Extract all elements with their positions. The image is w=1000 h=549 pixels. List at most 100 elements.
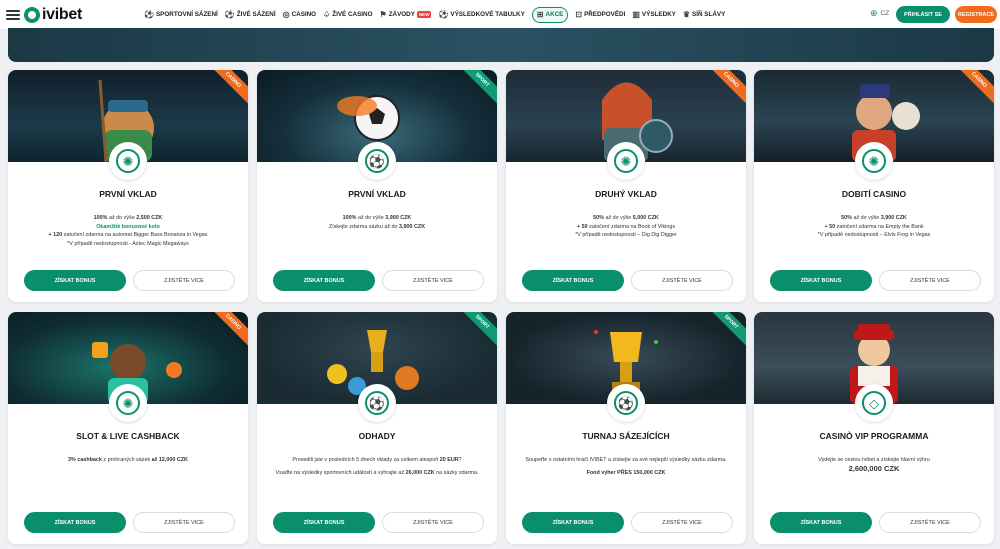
promo-emblem: ✺ — [109, 384, 147, 422]
learn-more-button[interactable]: ZJISTĚTE VICE — [631, 512, 733, 533]
promo-description: Soupeřte s ostatními hráči IVIBET a získ… — [523, 456, 729, 481]
get-bonus-button[interactable]: ZÍSKAT BONUS — [273, 512, 375, 533]
promo-description: 3% cashback z prohraných sázek až 12,000… — [25, 456, 231, 465]
desc-text: Vsaďte na výsledky sportovních událostí … — [275, 469, 406, 476]
desc-text: zatočení zdarma na automat Bigger Bass B… — [62, 232, 208, 238]
promo-emblem: ⚽ — [358, 384, 396, 422]
soccer-ball-icon: ⚽ — [365, 391, 389, 415]
learn-more-label: ZJISTĚTE VICE — [662, 519, 702, 526]
leaderboard-icon: ⚽ — [438, 10, 449, 19]
desc-text: až do výše — [356, 215, 386, 221]
casino-emblem-icon: ✺ — [116, 391, 140, 415]
desc-bold: 5,000 CZK — [632, 215, 659, 221]
desc-text: na sázky zdarma. — [434, 469, 479, 476]
desc-line: 50% až do výše 3,900 CZK — [771, 214, 977, 223]
get-bonus-label: ZÍSKAT BONUS — [54, 519, 96, 526]
learn-more-button[interactable]: ZJISTĚTE VICE — [133, 512, 235, 533]
nav-label: ZÁVODY — [388, 11, 415, 18]
desc-text: Vydejte se cestou Ivibet a získejte hlav… — [818, 457, 930, 463]
nav-predpovedi[interactable]: ⊡ PŘEDPOVĚDI — [575, 7, 625, 23]
login-button[interactable]: PŘIHLÁSIT SE — [896, 6, 950, 23]
promo-card-body: ✺ PRVNÍ VKLAD 100% až do výše 2,500 CZK O… — [15, 142, 241, 300]
nav-zive-casino[interactable]: ♤ ŽIVÉ CASINO — [323, 7, 372, 23]
desc-line: + 120 zatočení zdarma na automat Bigger … — [25, 231, 231, 240]
learn-more-button[interactable]: ZJISTĚTE VICE — [133, 270, 235, 291]
get-bonus-label: ZÍSKAT BONUS — [54, 277, 96, 284]
get-bonus-button[interactable]: ZÍSKAT BONUS — [522, 270, 624, 291]
top-navigation-bar: ivibet ⚽ SPORTOVNÍ SÁZENÍ ⚽ ŽIVÉ SÁZENÍ ◎ C… — [0, 0, 1000, 30]
promo-card: ◇ CASINÒ VIP PROGRAMMA Vydejte se cestou… — [754, 312, 994, 544]
language-selector[interactable]: ⊕ CZ — [870, 8, 889, 19]
nav-akce[interactable]: ⊞ AKCE — [531, 6, 569, 23]
desc-bold: 20 EUR — [439, 457, 459, 463]
desc-text: zatočení zdarma na Book of Vikings — [587, 223, 676, 230]
nav-sportovni-sazeni[interactable]: ⚽ SPORTOVNÍ SÁZENÍ — [144, 7, 218, 23]
desc-text: *V případě nedostupnosti – Elvis Frog in… — [817, 232, 931, 238]
nav-label: ŽIVÉ CASINO — [332, 11, 373, 18]
trophy-icon: ♛ — [682, 10, 691, 19]
globe-icon: ⊕ — [870, 8, 878, 18]
promo-emblem: ⚽ — [607, 384, 645, 422]
register-button[interactable]: REGISTRACE — [955, 6, 997, 23]
learn-more-button[interactable]: ZJISTĚTE VICE — [382, 270, 484, 291]
nav-label: SPORTOVNÍ SÁZENÍ — [155, 11, 218, 18]
nav-label: CASINO — [291, 11, 317, 18]
learn-more-button[interactable]: ZJISTĚTE VICE — [631, 270, 733, 291]
nav-zive-sazeni[interactable]: ⚽ ŽIVÉ SÁZENÍ — [225, 7, 276, 23]
learn-more-button[interactable]: ZJISTĚTE VICE — [879, 270, 981, 291]
promo-card: SPORT ⚽ ODHADY Provedili jste v poslední… — [257, 312, 497, 544]
get-bonus-label: ZÍSKAT BONUS — [552, 277, 594, 284]
desc-text: Provedili jste v posledních 5 dnech vkla… — [292, 457, 440, 463]
promo-card-body: ◇ CASINÒ VIP PROGRAMMA Vydejte se cestou… — [761, 384, 987, 542]
promo-title: DOBITÍ CASINO — [841, 189, 907, 199]
register-label: REGISTRACE — [957, 11, 995, 18]
promo-description: 50% až do výše 3,900 CZK + 50 zatočení zd… — [771, 214, 977, 240]
learn-more-button[interactable]: ZJISTĚTE VICE — [879, 512, 981, 533]
desc-paragraph: Vsaďte na výsledky sportovních událostí … — [274, 469, 480, 478]
promo-card-body: ✺ SLOT & LIVE CASHBACK 3% cashback z pro… — [15, 384, 241, 542]
promo-title: DRUHÝ VKLAD — [595, 189, 657, 199]
desc-line: 3% cashback z prohraných sázek až 12,000… — [25, 456, 231, 465]
menu-icon[interactable] — [6, 9, 20, 20]
soccer-ball-icon: ⚽ — [614, 391, 638, 415]
desc-line: 2,600,000 CZK — [771, 464, 977, 475]
get-bonus-label: ZÍSKAT BONUS — [303, 519, 345, 526]
desc-line: *V případě nedostupnosti – Dig Dig Digge… — [523, 231, 729, 240]
promo-card: CASINO ✺ DRUHÝ VKLAD 50% až do výše 5,00… — [506, 70, 746, 302]
learn-more-label: ZJISTĚTE VICE — [164, 277, 204, 284]
desc-highlight: Okamžité bonusové kolo — [96, 223, 160, 230]
desc-bold: až 12,000 CZK — [151, 457, 188, 463]
desc-bold: + 120 — [48, 232, 63, 238]
nav-vysledky[interactable]: ▥ VÝSLEDKY — [632, 7, 676, 23]
new-badge: NEW — [416, 11, 432, 18]
ivibet-logo[interactable]: ivibet — [24, 6, 82, 24]
get-bonus-button[interactable]: ZÍSKAT BONUS — [273, 270, 375, 291]
desc-line: Okamžité bonusové kolo — [25, 223, 231, 232]
desc-text: Získejte zdarma sázku až do — [328, 223, 400, 230]
hero-banner — [8, 28, 994, 62]
get-bonus-button[interactable]: ZÍSKAT BONUS — [522, 512, 624, 533]
get-bonus-button[interactable]: ZÍSKAT BONUS — [24, 512, 126, 533]
nav-sin-slavy[interactable]: ♛ SÍŇ SLÁVY — [683, 7, 725, 23]
learn-more-label: ZJISTĚTE VICE — [164, 519, 204, 526]
desc-bold: Fond výher PŘES 150,000 CZK — [586, 469, 666, 476]
promo-card-body: ✺ DOBITÍ CASINO 50% až do výše 3,900 CZK… — [761, 142, 987, 300]
nav-vysledkove-tabulky[interactable]: ⚽ VÝSLEDKOVÉ TABULKY — [438, 7, 524, 23]
desc-bold: 3,900 CZK — [880, 215, 907, 221]
get-bonus-button[interactable]: ZÍSKAT BONUS — [770, 270, 872, 291]
desc-text: z prohraných sázek — [101, 457, 152, 463]
promo-card-body: ✺ DRUHÝ VKLAD 50% až do výše 5,000 CZK + … — [513, 142, 739, 300]
promo-card-body: ⚽ ODHADY Provedili jste v posledních 5 d… — [264, 384, 490, 542]
get-bonus-button[interactable]: ZÍSKAT BONUS — [770, 512, 872, 533]
soccer-ball-icon: ⚽ — [144, 10, 154, 19]
learn-more-button[interactable]: ZJISTĚTE VICE — [382, 512, 484, 533]
nav-zavody[interactable]: ⚑ ZÁVODY NEW — [380, 7, 432, 23]
desc-bold: + 50 — [576, 223, 588, 230]
promo-card: CASINO ✺ SLOT & LIVE CASHBACK 3% cashbac… — [8, 312, 248, 544]
nav-casino[interactable]: ◎ CASINO — [283, 7, 316, 23]
promo-card: SPORT ⚽ TURNAJ SÁZEJÍCÍCH Soupeřte s ost… — [506, 312, 746, 544]
get-bonus-button[interactable]: ZÍSKAT BONUS — [24, 270, 126, 291]
promo-emblem: ✺ — [607, 142, 645, 180]
logo-text: ivibet — [42, 5, 82, 23]
desc-line: Získejte zdarma sázku až do 3,900 CZK — [274, 223, 480, 232]
